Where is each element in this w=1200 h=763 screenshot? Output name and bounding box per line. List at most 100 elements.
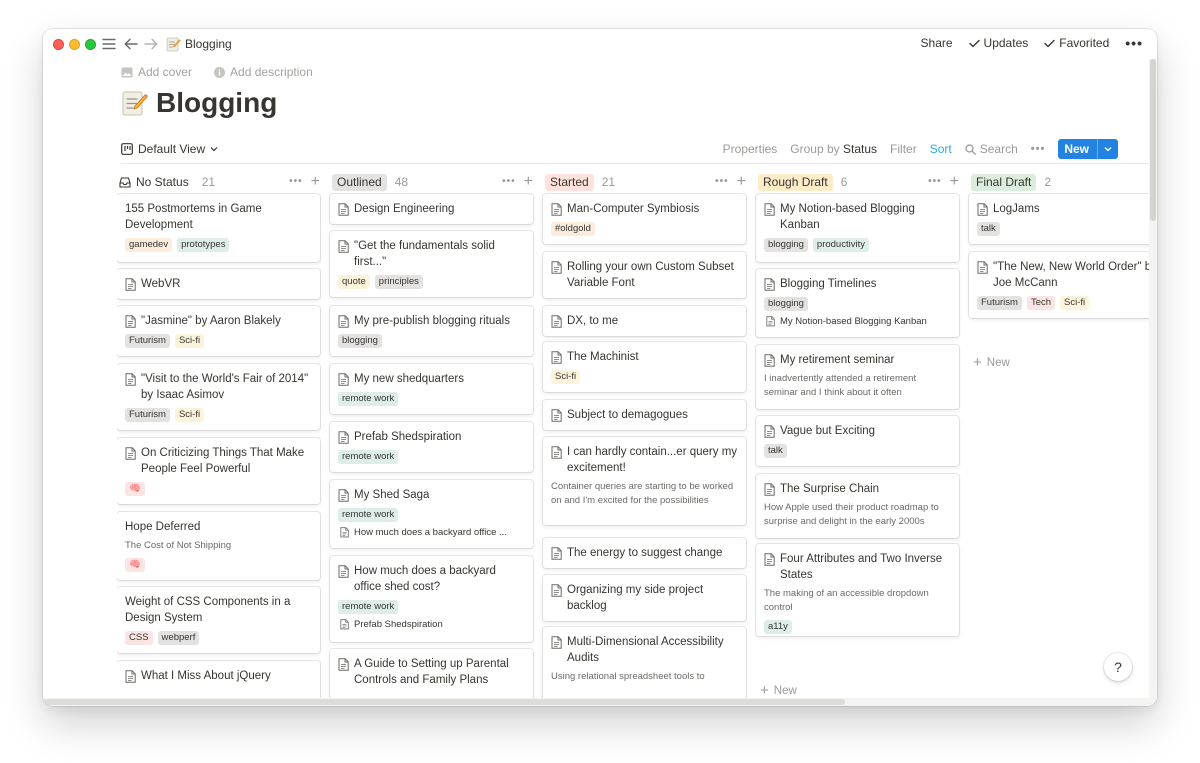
board-card[interactable]: Four Attributes and Two Inverse States Th… — [756, 544, 959, 636]
board-card[interactable]: My new shedquarters remote work — [330, 364, 533, 414]
board-card[interactable]: The Surprise Chain How Apple used their p… — [756, 474, 959, 538]
updates-button[interactable]: Updates — [968, 36, 1028, 50]
board-card[interactable]: Hope Deferred The Cost of Not Shipping 🧠 — [117, 512, 320, 580]
help-button[interactable]: ? — [1104, 653, 1132, 681]
board-card[interactable]: Man-Computer Symbiosis #oldgold — [543, 194, 746, 244]
board-card[interactable]: My Shed Saga remote work How much does a b… — [330, 480, 533, 548]
page-icon — [551, 261, 562, 274]
add-description-button[interactable]: Add description — [214, 65, 313, 79]
inbox-icon — [119, 176, 131, 188]
column-more-icon[interactable]: ••• — [928, 177, 942, 187]
more-options-icon[interactable]: ••• — [1125, 36, 1143, 50]
new-button[interactable]: New — [1058, 139, 1118, 159]
board-card[interactable]: Blogging Timelines blogging My Notion-base… — [756, 269, 959, 337]
group-by-button[interactable]: Group by Status — [790, 142, 877, 156]
card-title: Hope Deferred — [125, 519, 312, 535]
column-new-button[interactable]: + New — [973, 354, 1010, 371]
column-header[interactable]: No Status 21 ••• + — [117, 170, 320, 194]
board-card[interactable]: 155 Postmortems in Game Development gamed… — [117, 194, 320, 262]
card-tags: a11y — [764, 620, 951, 634]
column-header[interactable]: Started 21 ••• + — [543, 170, 746, 194]
board-card[interactable]: "The New, New World Order" by Joe McCann… — [969, 252, 1157, 318]
column-header[interactable]: Final Draft2••• — [969, 170, 1157, 194]
card-relation[interactable]: Prefab Shedspiration — [338, 619, 525, 630]
favorited-label: Favorited — [1059, 36, 1110, 50]
column-more-icon[interactable]: ••• — [289, 177, 303, 187]
tag: Futurism — [977, 296, 1022, 310]
card-title-text: The Surprise Chain — [780, 483, 880, 495]
board-card[interactable]: "Visit to the World's Fair of 2014" by I… — [117, 364, 320, 430]
sidebar-menu-icon[interactable] — [100, 35, 118, 53]
memo-emoji-icon[interactable] — [120, 89, 148, 117]
back-arrow-icon[interactable] — [123, 35, 139, 53]
card-title-text: My pre-publish blogging rituals — [354, 315, 510, 327]
board-card[interactable]: On Criticizing Things That Make People F… — [117, 438, 320, 504]
zoom-window-button[interactable] — [85, 39, 96, 50]
horizontal-scroll-thumb[interactable] — [43, 699, 845, 705]
board-card[interactable]: My Notion-based Blogging Kanban blogging p… — [756, 194, 959, 262]
sort-button[interactable]: Sort — [930, 142, 952, 156]
card-title: "The New, New World Order" by Joe McCann — [977, 259, 1157, 291]
card-title: WebVR — [125, 276, 312, 292]
board-card[interactable]: Design Engineering — [330, 194, 533, 224]
board-view-icon — [121, 143, 133, 155]
add-card-plus-icon[interactable]: + — [737, 174, 746, 190]
board-column: Outlined 48 ••• + Design Engineering "Get the… — [330, 170, 533, 699]
board-card[interactable]: Rolling your own Custom Subset Variable … — [543, 252, 746, 298]
add-card-plus-icon[interactable]: + — [950, 174, 959, 190]
add-cover-button[interactable]: Add cover — [121, 65, 192, 79]
board-card[interactable]: My retirement seminar I inadvertently att… — [756, 345, 959, 409]
column-count: 48 — [394, 175, 409, 189]
vertical-scroll-thumb[interactable] — [1150, 59, 1156, 221]
board-card[interactable]: WebVR — [117, 269, 320, 299]
card-title-text: My new shedquarters — [354, 373, 464, 385]
forward-arrow-icon[interactable] — [143, 35, 159, 53]
board-card[interactable]: Subject to demagogues — [543, 400, 746, 430]
filter-button[interactable]: Filter — [890, 142, 917, 156]
breadcrumb[interactable]: Blogging — [185, 37, 232, 51]
add-card-plus-icon[interactable]: + — [311, 174, 320, 190]
board-card[interactable]: How much does a backyard office shed cos… — [330, 556, 533, 642]
view-more-icon[interactable]: ••• — [1031, 144, 1046, 155]
properties-button[interactable]: Properties — [723, 142, 778, 156]
column-more-icon[interactable]: ••• — [715, 177, 729, 187]
board-card[interactable]: Prefab Shedspiration remote work — [330, 422, 533, 472]
card-relation[interactable]: My Notion-based Blogging Kanban — [764, 316, 951, 327]
card-title-text: "Jasmine" by Aaron Blakely — [141, 315, 281, 327]
card-title-text: Multi-Dimensional Accessibility Audits — [567, 636, 724, 664]
new-dropdown-chevron-icon[interactable] — [1097, 139, 1118, 159]
board-card[interactable]: My pre-publish blogging rituals blogging — [330, 306, 533, 356]
card-relation[interactable]: How much does a backyard office ... — [338, 527, 525, 538]
board-card[interactable]: DX, to me — [543, 306, 746, 336]
page-icon — [340, 619, 349, 630]
minimize-window-button[interactable] — [69, 39, 80, 50]
board-card[interactable]: "Jasmine" by Aaron Blakely Futurism Sci-fi — [117, 306, 320, 356]
column-more-icon[interactable]: ••• — [502, 177, 516, 187]
column-count: 21 — [201, 175, 216, 189]
column-header[interactable]: Rough Draft 6 ••• + — [756, 170, 959, 194]
column-header[interactable]: Outlined 48 ••• + — [330, 170, 533, 194]
title-bar: Blogging Share Updates Favorited ••• — [43, 29, 1157, 59]
board-card[interactable]: I can hardly contain...er query my excit… — [543, 437, 746, 525]
horizontal-scrollbar[interactable] — [43, 698, 1157, 706]
page-title[interactable]: Blogging — [156, 87, 277, 119]
board-card[interactable]: A Guide to Setting up Parental Controls … — [330, 649, 533, 699]
close-window-button[interactable] — [53, 39, 64, 50]
board-card[interactable]: Vague but Exciting talk — [756, 416, 959, 466]
share-button[interactable]: Share — [921, 36, 953, 50]
board-card[interactable]: LogJams talk — [969, 194, 1157, 244]
board-card[interactable]: "Get the fundamentals solid first..." quo… — [330, 231, 533, 297]
add-card-plus-icon[interactable]: + — [524, 174, 533, 190]
vertical-scrollbar[interactable] — [1149, 59, 1157, 706]
board-card[interactable]: Organizing my side project backlog — [543, 575, 746, 621]
favorited-button[interactable]: Favorited — [1044, 36, 1109, 50]
board-card[interactable]: Weight of CSS Components in a Design Sys… — [117, 587, 320, 653]
search-button[interactable]: Search — [965, 142, 1018, 156]
view-name: Default View — [138, 142, 206, 156]
column-new-button[interactable]: + New — [760, 682, 797, 699]
view-selector[interactable]: Default View — [121, 142, 218, 156]
board-card[interactable]: Multi-Dimensional Accessibility Audits Us… — [543, 627, 746, 706]
board-card[interactable]: The Machinist Sci-fi — [543, 342, 746, 392]
board-card[interactable]: The energy to suggest change — [543, 538, 746, 568]
card-tags: Futurism Sci-fi — [125, 408, 312, 422]
